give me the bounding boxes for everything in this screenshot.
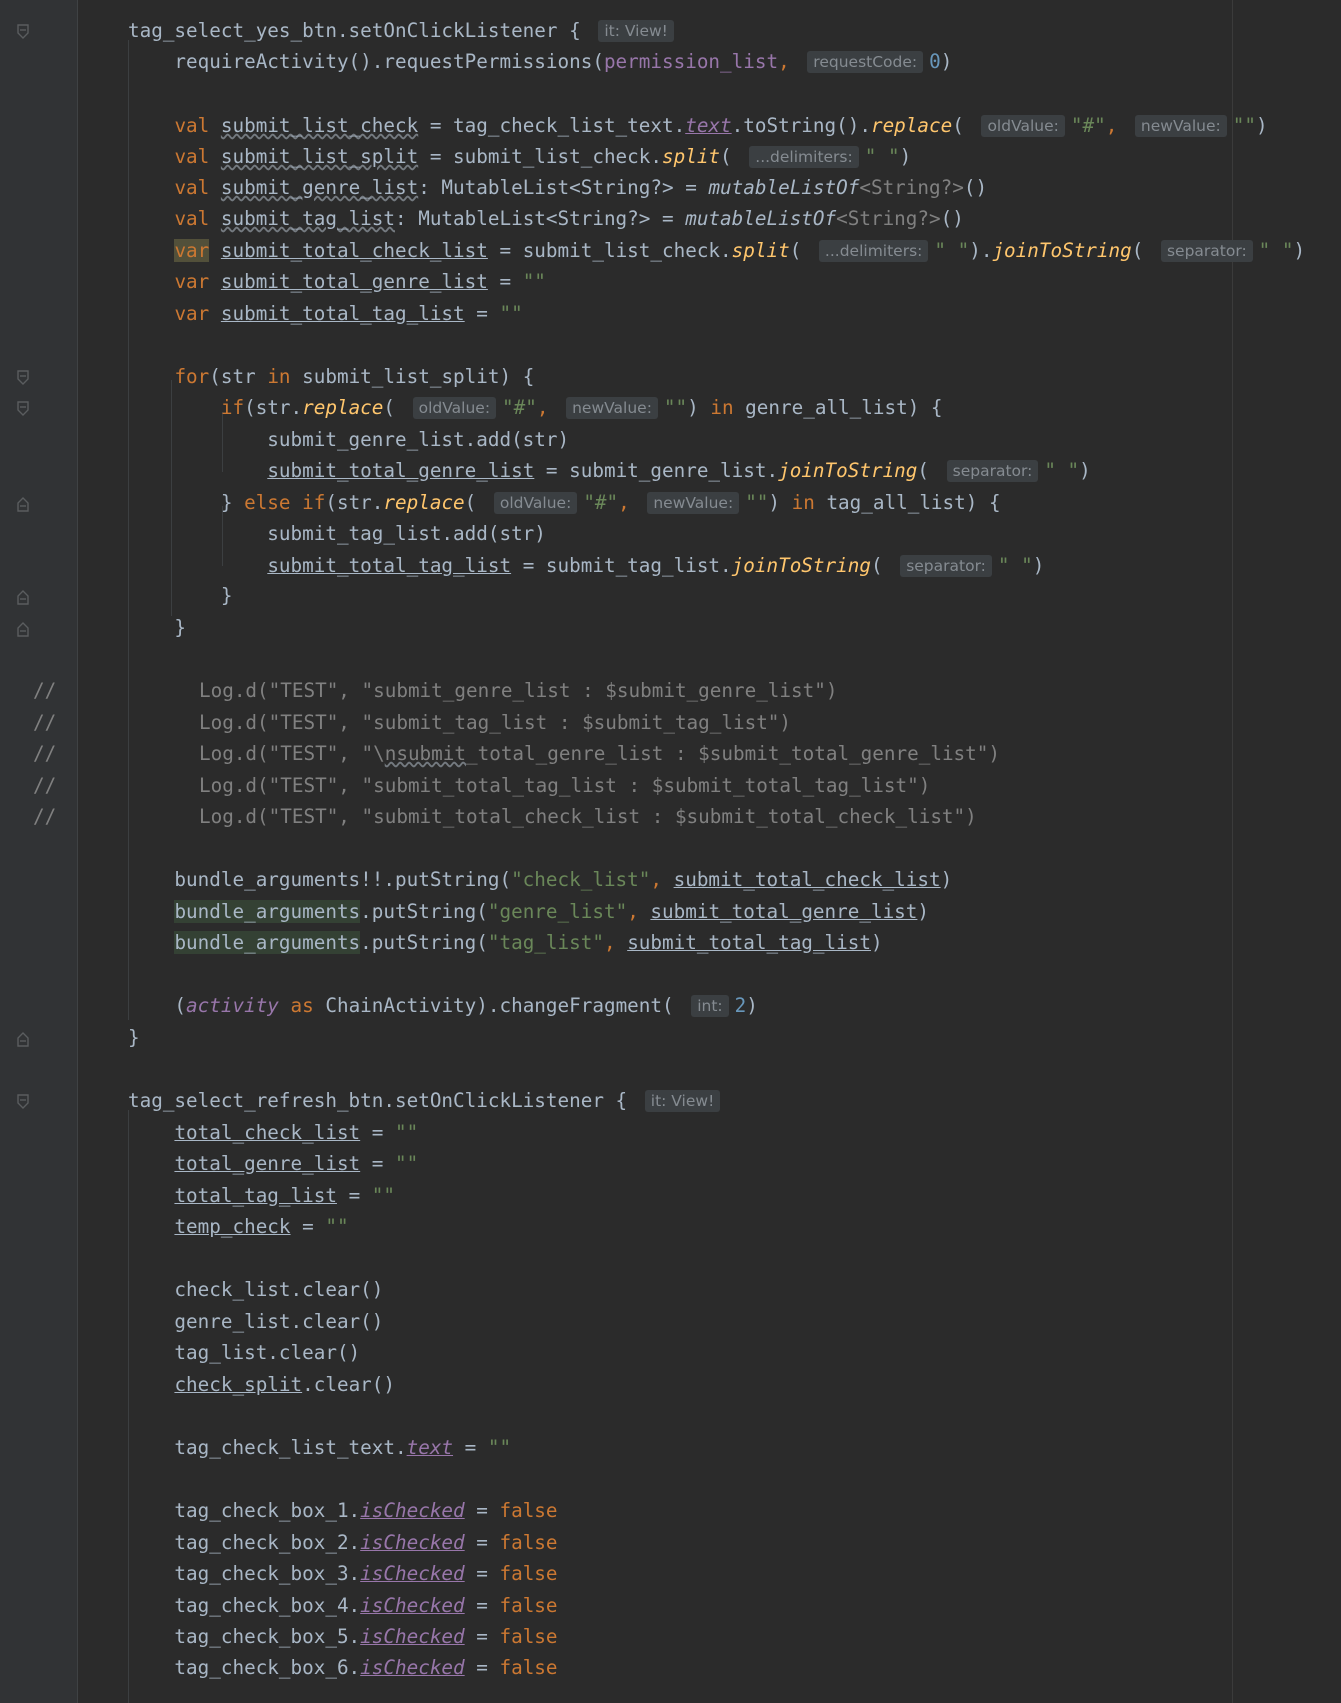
code-line[interactable]: } [128, 612, 186, 643]
code-line[interactable]: val submit_genre_list: MutableList<Strin… [128, 172, 987, 203]
editor-gutter[interactable] [0, 0, 78, 1703]
fold-end-marker-icon[interactable] [17, 589, 29, 605]
code-line[interactable]: tag_check_box_1.isChecked = false [128, 1495, 557, 1526]
fold-marker-icon[interactable] [17, 401, 29, 417]
code-line[interactable]: Log.d("TEST", "submit_genre_list : $subm… [199, 675, 837, 706]
code-line[interactable]: requireActivity().requestPermissions(per… [128, 46, 952, 77]
code-line[interactable]: bundle_arguments.putString("genre_list",… [128, 896, 929, 927]
code-line[interactable]: tag_check_box_4.isChecked = false [128, 1590, 557, 1621]
parameter-hint: newValue: [1134, 115, 1227, 137]
line-comment-marker: // [33, 679, 57, 702]
code-line[interactable]: check_list.clear() [128, 1274, 383, 1305]
code-line[interactable]: val submit_list_split = submit_list_chec… [128, 141, 911, 172]
code-line[interactable]: tag_check_box_5.isChecked = false [128, 1621, 557, 1652]
code-line[interactable]: tag_check_box_6.isChecked = false [128, 1652, 557, 1683]
parameter-hint: separator: [1160, 240, 1253, 262]
code-line[interactable]: tag_check_box_3.isChecked = false [128, 1558, 557, 1589]
parameter-hint: requestCode: [807, 51, 924, 73]
fold-marker-icon[interactable] [17, 24, 29, 40]
code-line[interactable]: total_tag_list = "" [128, 1180, 395, 1211]
code-line[interactable]: submit_genre_list.add(str) [128, 424, 569, 455]
fold-marker-icon[interactable] [17, 1094, 29, 1110]
code-line[interactable]: tag_check_box_2.isChecked = false [128, 1527, 557, 1558]
code-line[interactable]: for(str in submit_list_split) { [128, 361, 534, 392]
line-comment-marker: // [33, 774, 57, 797]
code-line[interactable]: temp_check = "" [128, 1211, 348, 1242]
parameter-hint: oldValue: [412, 397, 497, 419]
parameter-hint: newValue: [647, 492, 740, 514]
code-line[interactable]: Log.d("TEST", "submit_total_tag_list : $… [199, 770, 930, 801]
code-line[interactable]: submit_total_genre_list = submit_genre_l… [128, 455, 1091, 486]
code-line[interactable]: check_split.clear() [128, 1369, 395, 1400]
code-line[interactable]: genre_list.clear() [128, 1306, 383, 1337]
code-line[interactable]: Log.d("TEST", "submit_total_check_list :… [199, 801, 977, 832]
parameter-hint: oldValue: [981, 115, 1065, 137]
parameter-hint: oldValue: [493, 492, 578, 514]
code-line[interactable]: bundle_arguments!!.putString("check_list… [128, 864, 952, 895]
code-line[interactable]: bundle_arguments.putString("tag_list", s… [128, 927, 883, 958]
fold-marker-icon[interactable] [17, 370, 29, 386]
code-line[interactable]: tag_select_refresh_btn.setOnClickListene… [128, 1085, 726, 1116]
code-line[interactable]: Log.d("TEST", "\nsubmit_total_genre_list… [199, 738, 1000, 769]
code-line[interactable]: var submit_total_tag_list = "" [128, 298, 522, 329]
parameter-hint: separator: [900, 555, 992, 577]
parameter-hint: it: View! [644, 1090, 721, 1112]
code-line[interactable]: val submit_tag_list: MutableList<String?… [128, 203, 963, 234]
fold-end-marker-icon[interactable] [17, 621, 29, 637]
code-line[interactable]: } [128, 580, 233, 611]
fold-end-marker-icon[interactable] [17, 1031, 29, 1047]
code-line[interactable]: Log.d("TEST", "submit_tag_list : $submit… [199, 707, 791, 738]
code-line[interactable]: var submit_total_check_list = submit_lis… [128, 235, 1305, 266]
line-comment-marker: // [33, 711, 57, 734]
parameter-hint: ...delimiters: [749, 146, 859, 168]
code-line[interactable]: submit_total_tag_list = submit_tag_list.… [128, 550, 1044, 581]
code-line[interactable]: val submit_list_check = tag_check_list_t… [128, 110, 1268, 141]
fold-end-marker-icon[interactable] [17, 496, 29, 512]
line-comment-marker: // [33, 742, 57, 765]
code-line[interactable]: (activity as ChainActivity).changeFragme… [128, 990, 758, 1021]
code-line[interactable]: tag_select_yes_btn.setOnClickListener { … [128, 15, 680, 46]
code-line[interactable]: total_check_list = "" [128, 1117, 418, 1148]
code-line[interactable]: submit_tag_list.add(str) [128, 518, 546, 549]
parameter-hint: it: View! [598, 20, 674, 42]
code-line[interactable]: tag_list.clear() [128, 1337, 360, 1368]
parameter-hint: separator: [946, 460, 1039, 482]
code-line[interactable]: } else if(str.replace( oldValue: "#", new… [128, 487, 1001, 518]
code-line[interactable]: if(str.replace( oldValue: "#", newValue: "… [128, 392, 943, 423]
code-line[interactable]: total_genre_list = "" [128, 1148, 418, 1179]
line-comment-marker: // [33, 805, 57, 828]
code-editor[interactable]: tag_select_yes_btn.setOnClickListener { … [0, 0, 1341, 1703]
parameter-hint: newValue: [566, 397, 658, 419]
code-line[interactable]: var submit_total_genre_list = "" [128, 266, 545, 297]
code-line[interactable]: } [128, 1022, 140, 1053]
parameter-hint: ...delimiters: [818, 240, 929, 262]
code-line[interactable]: tag_check_list_text.text = "" [128, 1432, 511, 1463]
parameter-hint: int: [691, 995, 729, 1017]
